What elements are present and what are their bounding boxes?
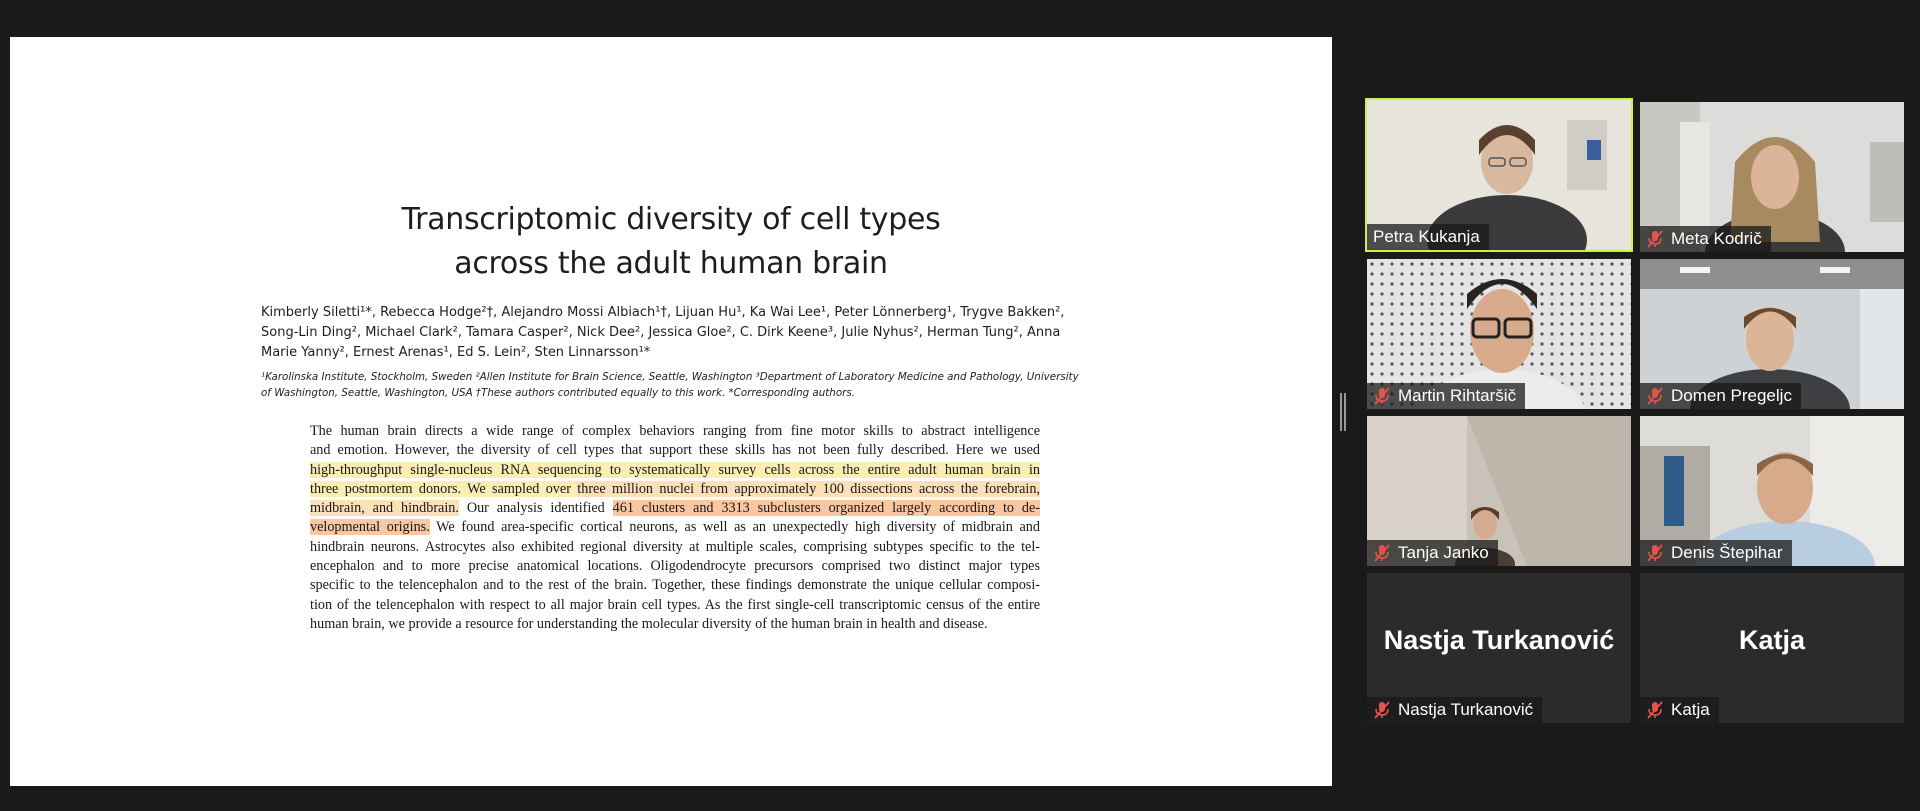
highlight-yellow: three postmortem donors. We sampled over — [310, 480, 578, 497]
participant-tile[interactable]: Katja Katja — [1640, 573, 1904, 723]
participant-name: Tanja Janko — [1398, 543, 1489, 562]
authors-line: Kimberly Siletti¹*, Rebecca Hodge²†, Ale… — [261, 305, 1065, 320]
affiliation-line: ¹Karolinska Institute, Stockholm, Sweden… — [261, 371, 1079, 383]
abstract-line: specific to the telencephalon and to the… — [310, 577, 1040, 594]
mic-muted-icon — [1647, 701, 1663, 719]
participant-name: Nastja Turkanović — [1398, 700, 1534, 719]
highlight-orange: 461 clusters and 3313 subclusters organi… — [612, 500, 1041, 517]
authors-line: Marie Yanny², Ernest Arenas¹, Ed S. Lein… — [261, 345, 651, 360]
participant-name-tag: Petra Kukanja — [1367, 224, 1489, 250]
paper-affiliations: ¹Karolinska Institute, Stockholm, Sweden… — [261, 369, 1081, 401]
participant-name: Katja — [1671, 700, 1710, 719]
abstract-line: and emotion. However, the diversity of c… — [310, 442, 1040, 459]
abstract-line: high-throughput single-nucleus RNA seque… — [310, 461, 1040, 480]
participant-name-tag: Martin Rihtaršič — [1367, 383, 1526, 409]
mic-muted-icon — [1647, 387, 1663, 405]
participant-name-tag: Nastja Turkanović — [1367, 697, 1543, 723]
paper-authors: Kimberly Siletti¹*, Rebecca Hodge²†, Ale… — [261, 303, 1071, 363]
abstract-text: Our analysis identified — [458, 500, 613, 517]
participant-tile[interactable]: Nastja Turkanović Nastja Turkanović — [1367, 573, 1631, 723]
participant-tile[interactable]: Domen Pregeljc — [1640, 259, 1904, 409]
drag-handle-icon[interactable] — [1340, 393, 1346, 431]
participant-avatar-name: Nastja Turkanović — [1383, 625, 1615, 655]
paper-abstract: The human brain directs a wide range of … — [310, 422, 1041, 634]
participant-tile[interactable]: Petra Kukanja — [1365, 98, 1633, 252]
authors-line: Song-Lin Ding², Michael Clark², Tamara C… — [261, 325, 1061, 340]
affiliation-line: of Washington, Seattle, Washington, USA … — [261, 387, 855, 399]
participant-name: Domen Pregeljc — [1671, 386, 1792, 405]
abstract-line: The human brain directs a wide range of … — [310, 423, 1040, 439]
paper-title-line: Transcriptomic diversity of cell types — [401, 202, 941, 237]
participant-name-tag: Denis Štepihar — [1640, 540, 1792, 566]
participant-tile[interactable]: Denis Štepihar — [1640, 416, 1904, 566]
participant-name-tag: Katja — [1640, 697, 1719, 723]
participant-tile[interactable]: Martin Rihtaršič — [1367, 259, 1631, 409]
participant-tile[interactable]: Tanja Janko — [1367, 416, 1631, 566]
abstract-line: three postmortem donors. We sampled over… — [310, 480, 1041, 499]
participant-name: Martin Rihtaršič — [1398, 386, 1517, 405]
participant-avatar-name: Katja — [1738, 625, 1806, 655]
participant-name: Denis Štepihar — [1671, 543, 1783, 562]
mic-muted-icon — [1647, 230, 1663, 248]
shared-screen: Transcriptomic diversity of cell types a… — [10, 37, 1332, 786]
abstract-line: human brain, we provide a resource for u… — [310, 615, 988, 632]
mic-muted-icon — [1374, 544, 1390, 562]
highlight-yellow: high-throughput single-nucleus RNA seque… — [310, 461, 1040, 478]
participant-name: Petra Kukanja — [1373, 227, 1480, 246]
highlight-orange: midbrain, and hindbrain. — [310, 500, 459, 517]
abstract-line: velopmental origins. We found area-speci… — [310, 518, 1040, 537]
abstract-line: midbrain, and hindbrain. Our analysis id… — [310, 499, 1041, 518]
participant-name-tag: Tanja Janko — [1367, 540, 1498, 566]
participant-name-tag: Meta Kodrič — [1640, 226, 1771, 252]
highlight-orange: velopmental origins. — [310, 519, 430, 536]
abstract-line: hindbrain neurons. Astrocytes also exhib… — [310, 538, 1040, 555]
paper-title-line: across the adult human brain — [454, 246, 888, 281]
abstract-text: We found area-specific cortical neurons,… — [429, 519, 1040, 536]
participant-tile[interactable]: Meta Kodrič — [1640, 102, 1904, 252]
participant-name-tag: Domen Pregeljc — [1640, 383, 1801, 409]
abstract-line: encephalon and to more precise anatomica… — [310, 558, 1040, 575]
highlight-orange: three million nuclei from approximately … — [577, 480, 1041, 497]
mic-muted-icon — [1374, 701, 1390, 719]
abstract-line: tion of the telencephalon with respect t… — [310, 596, 1040, 613]
mic-muted-icon — [1374, 387, 1390, 405]
mic-muted-icon — [1647, 544, 1663, 562]
paper-title: Transcriptomic diversity of cell types a… — [10, 198, 1332, 286]
participant-name: Meta Kodrič — [1671, 229, 1762, 248]
